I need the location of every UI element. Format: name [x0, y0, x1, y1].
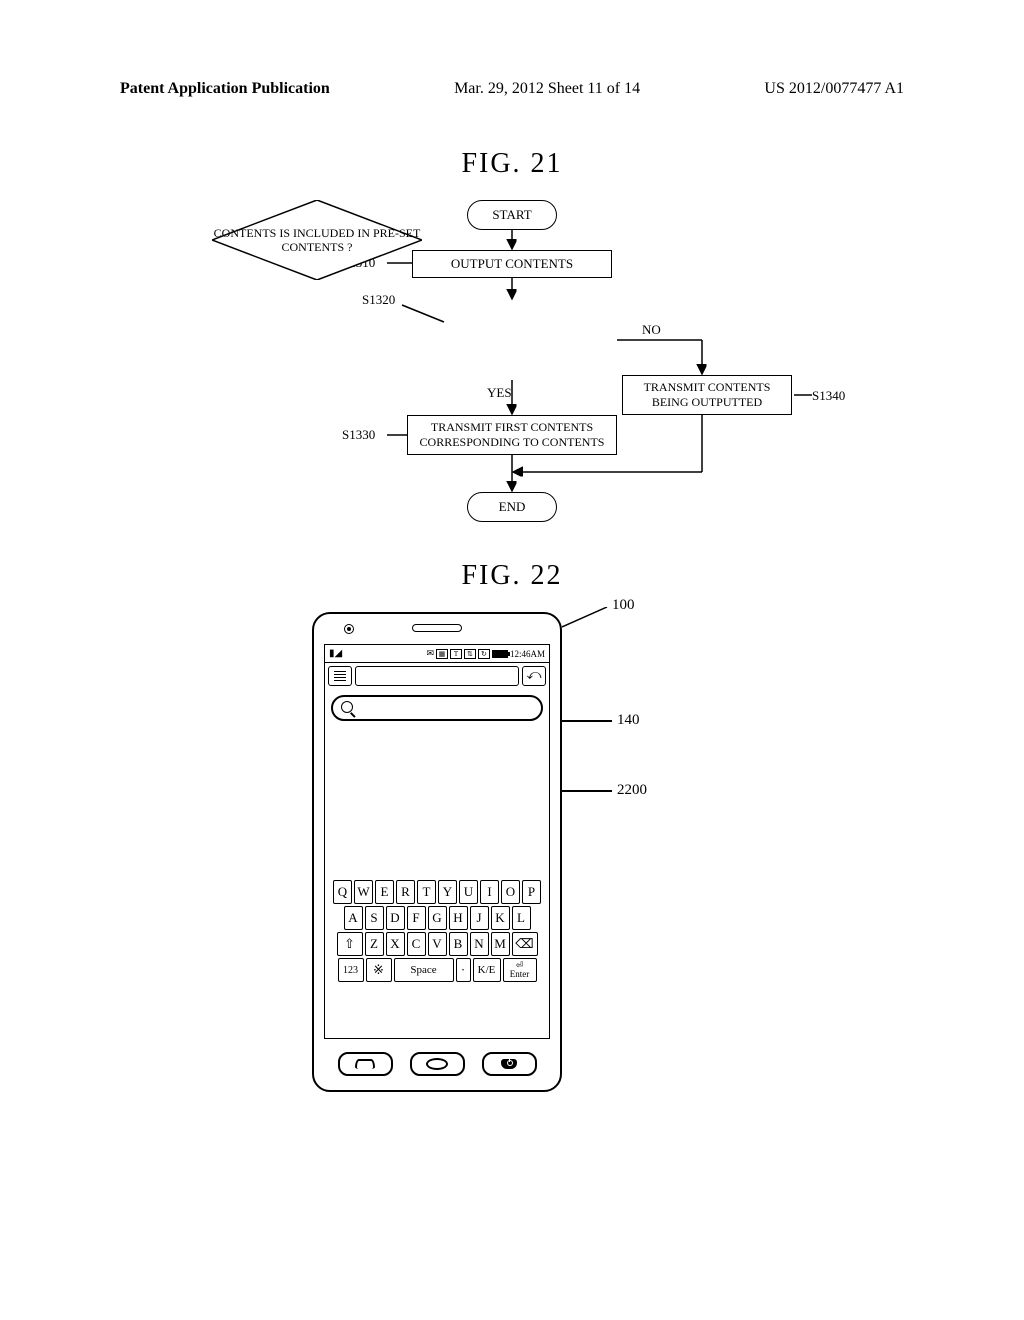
fc-start: START: [467, 200, 557, 230]
key-u[interactable]: U: [459, 880, 478, 904]
header-sheet: Mar. 29, 2012 Sheet 11 of 14: [454, 80, 640, 98]
fc-yes-label: YES: [487, 385, 512, 401]
key-lang[interactable]: K/E: [473, 958, 501, 982]
phone-body: ▮◢ ✉ ▦ T ⇅ ↻ 12:46AM ⤺: [312, 612, 562, 1092]
fc-s1320-box: CONTENTS IS INCLUDED IN PRE-SET CONTENTS…: [212, 200, 422, 280]
key-k[interactable]: K: [491, 906, 510, 930]
header-publication: Patent Application Publication: [120, 80, 330, 98]
flowchart-fig21: START OUTPUT CONTENTS S1310 CONTENTS IS …: [212, 200, 812, 530]
key-m[interactable]: M: [491, 932, 510, 956]
power-icon: [501, 1059, 517, 1069]
search-bar[interactable]: [331, 695, 543, 721]
status-icon-3: ⇅: [464, 649, 476, 659]
key-l[interactable]: L: [512, 906, 531, 930]
key-e[interactable]: E: [375, 880, 394, 904]
key-t[interactable]: T: [417, 880, 436, 904]
status-bar: ▮◢ ✉ ▦ T ⇅ ↻ 12:46AM: [325, 645, 549, 663]
fc-s1330-label: S1330: [342, 427, 375, 443]
phone-top: [314, 614, 560, 644]
kb-row-2: A S D F G H J K L: [328, 906, 546, 930]
key-o[interactable]: O: [501, 880, 520, 904]
key-z[interactable]: Z: [365, 932, 384, 956]
key-v[interactable]: V: [428, 932, 447, 956]
kb-row-4: 123 ※ Space · K/E ⏎ Enter: [328, 958, 546, 982]
key-y[interactable]: Y: [438, 880, 457, 904]
phone-screen: ▮◢ ✉ ▦ T ⇅ ↻ 12:46AM ⤺: [324, 644, 550, 1039]
fc-s1320-label: S1320: [362, 292, 395, 308]
battery-icon: [492, 650, 508, 658]
fc-end: END: [467, 492, 557, 522]
fc-no-label: NO: [642, 322, 661, 338]
nav-bar: ⤺: [325, 663, 549, 689]
key-g[interactable]: G: [428, 906, 447, 930]
power-button[interactable]: [482, 1052, 537, 1076]
key-h[interactable]: H: [449, 906, 468, 930]
key-r[interactable]: R: [396, 880, 415, 904]
key-x[interactable]: X: [386, 932, 405, 956]
key-s[interactable]: S: [365, 906, 384, 930]
key-i[interactable]: I: [480, 880, 499, 904]
callout-100-line: [562, 607, 612, 632]
signal-icon: ▮◢: [329, 648, 342, 659]
key-w[interactable]: W: [354, 880, 373, 904]
key-d[interactable]: D: [386, 906, 405, 930]
kb-row-1: Q W E R T Y U I O P: [328, 880, 546, 904]
key-c[interactable]: C: [407, 932, 426, 956]
home-icon: [426, 1058, 448, 1070]
header-patent-no: US 2012/0077477 A1: [764, 80, 904, 98]
url-bar[interactable]: [355, 666, 519, 686]
menu-icon[interactable]: [328, 666, 352, 686]
key-b[interactable]: B: [449, 932, 468, 956]
status-icon-4: ↻: [478, 649, 490, 659]
callout-140: 140: [617, 712, 640, 729]
key-settings[interactable]: ※: [366, 958, 392, 982]
keyboard: Q W E R T Y U I O P A S D F G H: [325, 877, 549, 987]
phone-figure: 100 140 2200 ▮◢ ✉ ▦ T ⇅ ↻ 12:46AM: [262, 612, 762, 1092]
search-icon: [341, 701, 355, 715]
status-icons: ✉ ▦ T ⇅ ↻ 12:46AM: [426, 648, 545, 659]
key-space[interactable]: Space: [394, 958, 454, 982]
camera-icon: [344, 624, 354, 634]
key-n[interactable]: N: [470, 932, 489, 956]
mail-icon: ✉: [426, 648, 434, 659]
key-f[interactable]: F: [407, 906, 426, 930]
call-button[interactable]: [338, 1052, 393, 1076]
enter-label: Enter: [510, 970, 530, 979]
fc-s1340-box: TRANSMIT CONTENTS BEING OUTPUTTED: [622, 375, 792, 415]
status-time: 12:46AM: [510, 649, 545, 659]
key-a[interactable]: A: [344, 906, 363, 930]
status-icon-2: T: [450, 649, 462, 659]
key-j[interactable]: J: [470, 906, 489, 930]
key-p[interactable]: P: [522, 880, 541, 904]
kb-row-3: ⇧ Z X C V B N M ⌫: [328, 932, 546, 956]
fc-s1330-box: TRANSMIT FIRST CONTENTS CORRESPONDING TO…: [407, 415, 617, 455]
status-icon-1: ▦: [436, 649, 448, 659]
fc-s1320-text: CONTENTS IS INCLUDED IN PRE-SET CONTENTS…: [212, 200, 422, 280]
content-area: [325, 727, 549, 877]
phone-hw-buttons: [314, 1039, 560, 1089]
fc-s1340-label: S1340: [812, 388, 845, 404]
back-icon[interactable]: ⤺: [522, 666, 546, 686]
callout-2200: 2200: [617, 782, 647, 799]
key-shift[interactable]: ⇧: [337, 932, 363, 956]
fc-s1310-box: OUTPUT CONTENTS: [412, 250, 612, 278]
key-backspace[interactable]: ⌫: [512, 932, 538, 956]
callout-100: 100: [612, 597, 635, 614]
speaker-icon: [412, 624, 462, 632]
key-enter[interactable]: ⏎ Enter: [503, 958, 537, 982]
fig21-title: FIG. 21: [0, 148, 1024, 180]
key-q[interactable]: Q: [333, 880, 352, 904]
key-dot[interactable]: ·: [456, 958, 471, 982]
home-button[interactable]: [410, 1052, 465, 1076]
fig22-title: FIG. 22: [0, 560, 1024, 592]
key-123[interactable]: 123: [338, 958, 364, 982]
callout-140-line: [562, 720, 612, 722]
call-icon: [355, 1059, 375, 1069]
